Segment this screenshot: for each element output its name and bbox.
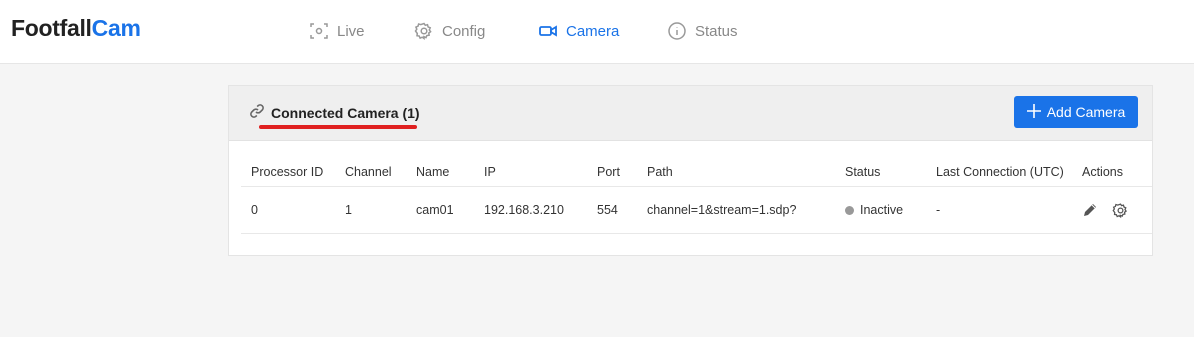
video-camera-icon	[538, 21, 558, 41]
table-header-row: Processor ID Channel Name IP Port Path S…	[241, 158, 1152, 187]
nav-status[interactable]: Status	[667, 19, 738, 43]
nav-status-label: Status	[695, 22, 738, 40]
cell-ip: 192.168.3.210	[474, 186, 587, 234]
nav-config[interactable]: Config	[414, 19, 485, 43]
col-processor-id: Processor ID	[241, 158, 335, 187]
add-camera-label: Add Camera	[1046, 104, 1126, 120]
annotation-underline	[259, 125, 417, 129]
nav-camera[interactable]: Camera	[538, 19, 619, 43]
gear-icon	[414, 21, 434, 41]
logo: FootfallCam	[11, 15, 141, 42]
col-actions: Actions	[1072, 158, 1152, 187]
col-name: Name	[406, 158, 474, 187]
settings-gear-icon[interactable]	[1112, 202, 1129, 219]
nav-live-label: Live	[337, 22, 365, 40]
logo-text-footfall: Footfall	[11, 15, 92, 41]
panel-title-text: Connected Camera (1)	[271, 104, 420, 121]
panel-header: Connected Camera (1) Add Camera	[229, 86, 1152, 141]
col-channel: Channel	[335, 158, 406, 187]
info-icon	[667, 21, 687, 41]
plus-icon	[1026, 103, 1041, 121]
camera-table: Processor ID Channel Name IP Port Path S…	[241, 158, 1152, 234]
cell-actions	[1072, 186, 1152, 234]
table-row: 0 1 cam01 192.168.3.210 554 channel=1&st…	[241, 186, 1152, 234]
nav-live[interactable]: Live	[309, 19, 365, 43]
add-camera-button[interactable]: Add Camera	[1014, 96, 1138, 128]
col-ip: IP	[474, 158, 587, 187]
col-status: Status	[835, 158, 926, 187]
panel-title: Connected Camera (1)	[249, 103, 420, 122]
col-port: Port	[587, 158, 637, 187]
cell-status: Inactive	[835, 186, 926, 234]
edit-pencil-icon[interactable]	[1082, 202, 1098, 218]
status-text: Inactive	[860, 203, 904, 217]
col-path: Path	[637, 158, 835, 187]
live-view-icon	[309, 21, 329, 41]
link-icon	[249, 103, 265, 122]
nav-camera-label: Camera	[566, 22, 620, 40]
cell-last-connection: -	[926, 186, 1072, 234]
status-dot	[845, 206, 854, 216]
cell-path: channel=1&stream=1.sdp?	[637, 186, 835, 234]
logo-text-cam: Cam	[91, 15, 141, 41]
top-bar: FootfallCam Live Config Camera Status	[0, 0, 1194, 64]
nav-config-label: Config	[442, 22, 486, 40]
cell-name: cam01	[406, 186, 474, 234]
col-last-connection: Last Connection (UTC)	[926, 158, 1072, 187]
cell-channel: 1	[335, 186, 406, 234]
cell-port: 554	[587, 186, 637, 234]
connected-camera-panel: Connected Camera (1) Add Camera Processo…	[228, 85, 1153, 256]
cell-processor-id: 0	[241, 186, 335, 234]
